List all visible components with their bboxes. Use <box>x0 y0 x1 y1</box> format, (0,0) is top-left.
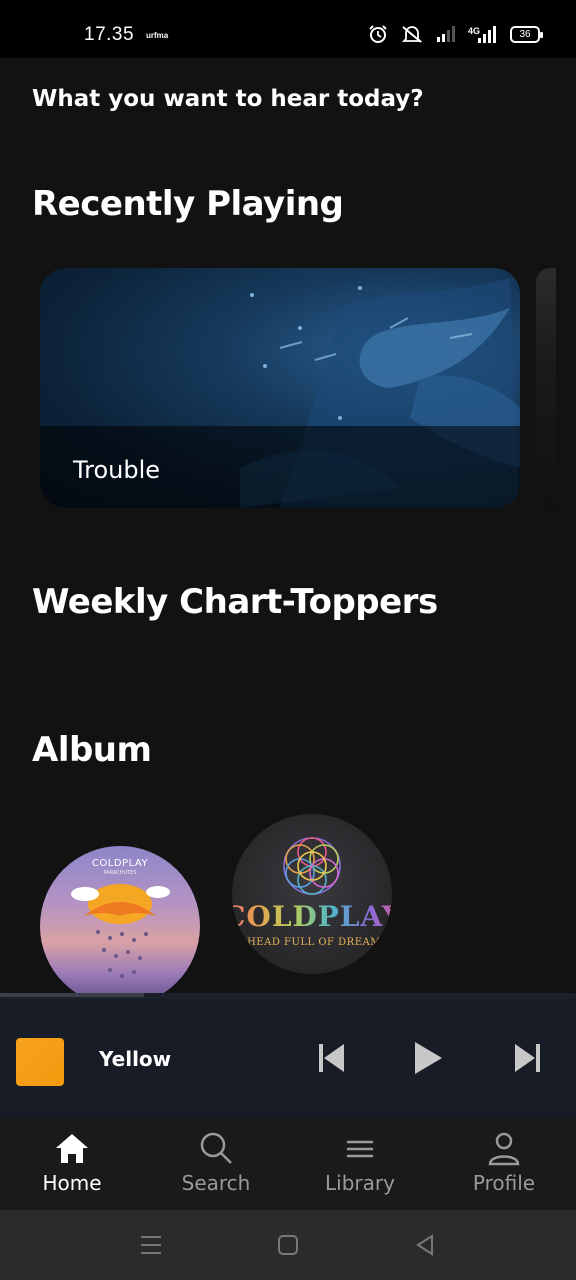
nav-item-search[interactable]: Search <box>144 1117 288 1210</box>
player-track-title: Yellow <box>99 1047 172 1071</box>
recent-card-title: Trouble <box>73 456 161 484</box>
profile-icon <box>488 1132 520 1166</box>
album-band: COLDPLAY <box>91 858 149 869</box>
home-icon <box>56 1134 88 1163</box>
status-bar: 17.35 urfma 4G 36 <box>0 0 576 58</box>
nav-item-profile[interactable]: Profile <box>432 1117 576 1210</box>
skip-previous-icon[interactable] <box>316 1039 348 1077</box>
playback-progress[interactable] <box>0 993 576 999</box>
system-nav-bar <box>0 1210 576 1280</box>
main-content[interactable]: What you want to hear today? Recently Pl… <box>0 58 576 993</box>
mute-icon <box>401 26 423 43</box>
weekly-chart-toppers-title: Weekly Chart-Toppers <box>32 582 438 622</box>
album-band: COLDPLAY <box>232 900 392 933</box>
alarm-icon <box>369 25 387 43</box>
progress-fill <box>0 993 144 997</box>
menu-icon[interactable] <box>138 1232 164 1258</box>
play-icon[interactable] <box>412 1039 444 1077</box>
nav-item-library[interactable]: Library <box>288 1117 432 1210</box>
album-parachutes[interactable]: COLDPLAY PARACHUTES <box>40 846 200 993</box>
nav-item-label: Search <box>181 1171 251 1195</box>
battery-icon: 36 <box>510 25 543 43</box>
nav-item-label: Library <box>325 1171 395 1195</box>
album-a-head-full-of-dreams[interactable]: COLDPLAY A HEAD FULL OF DREAMS <box>232 814 392 974</box>
album-art <box>283 837 341 895</box>
album-title: Album <box>32 730 152 770</box>
album-subtitle: PARACHUTES <box>103 870 137 876</box>
recent-card-next[interactable] <box>536 268 556 508</box>
album-subtitle: A HEAD FULL OF DREAMS <box>235 937 389 948</box>
status-icons: 4G 36 <box>368 24 543 44</box>
status-time: 17.35 <box>84 24 135 45</box>
skip-next-icon[interactable] <box>511 1039 543 1077</box>
greeting: What you want to hear today? <box>32 86 424 112</box>
status-carrier: urfma <box>146 31 169 40</box>
network-4g-icon: 4G <box>468 26 496 43</box>
player-thumbnail <box>16 1038 64 1086</box>
nav-item-home[interactable]: Home <box>0 1117 144 1210</box>
nav-item-label: Profile <box>472 1171 536 1195</box>
signal-icon <box>437 26 455 42</box>
back-icon[interactable] <box>412 1232 438 1258</box>
home-square-icon[interactable] <box>275 1232 301 1258</box>
bottom-nav: Home Search Library Profile <box>0 1117 576 1210</box>
recently-playing-title: Recently Playing <box>32 184 344 224</box>
svg-text:4G: 4G <box>468 26 480 36</box>
search-icon <box>200 1132 232 1164</box>
library-icon <box>347 1140 373 1158</box>
recent-card[interactable]: Trouble <box>40 268 520 508</box>
nav-item-label: Home <box>42 1171 102 1195</box>
mini-player[interactable]: Yellow <box>0 993 576 1117</box>
